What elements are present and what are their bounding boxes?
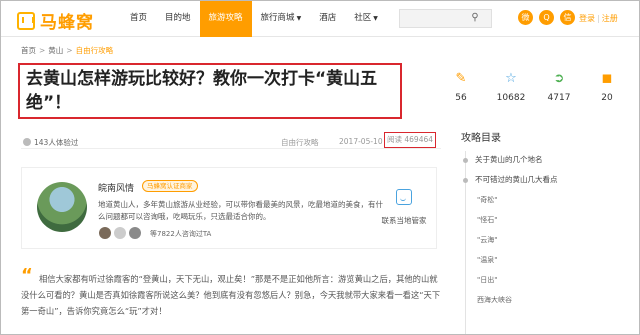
weibo-icon[interactable]: 微: [518, 10, 533, 25]
table-of-contents: 攻略目录 关于黄山的几个地名 不可错过的黄山几大看点 "奇松" "怪石" "云海…: [461, 129, 639, 334]
author-name[interactable]: 皖南风情: [98, 181, 134, 194]
article-stats: ✎ 56 ☆ 10682 ➲ 4717 ◼ 20: [441, 71, 631, 111]
login-link[interactable]: 登录: [579, 14, 595, 23]
article-meta: 143人体验过 自由行攻略 2017-05-10: [21, 131, 441, 149]
auth-links: 登录 | 注册: [579, 14, 618, 23]
page: 马蜂窝 首页 目的地 旅游攻略 旅行商城 ▼ 酒店 社区 ▼ ⚲ 微 Q 信 登录 |…: [0, 0, 640, 335]
breadcrumb-item[interactable]: 首页: [21, 46, 36, 55]
toc-item[interactable]: 关于黄山的几个地名: [461, 150, 639, 170]
nav-item-home[interactable]: 首页: [121, 1, 156, 37]
breadcrumb: 首页 > 黄山 > 自由行攻略: [21, 46, 114, 55]
nav-item-community[interactable]: 社区 ▼: [345, 1, 387, 37]
article-category[interactable]: 自由行攻略: [281, 137, 319, 148]
logo[interactable]: 马蜂窝: [17, 8, 94, 33]
social-login: 微 Q 信: [518, 10, 575, 25]
experienced-count: 143人体验过: [23, 137, 78, 148]
toc-title: 攻略目录: [461, 133, 501, 144]
search-icon[interactable]: ⚲: [465, 8, 485, 28]
title-highlight-box: 去黄山怎样游玩比较好？教你一次打卡“黄山五绝”！: [18, 63, 402, 119]
avatar[interactable]: [37, 182, 87, 232]
chevron-down-icon: ▼: [373, 15, 378, 22]
main-nav: 首页 目的地 旅游攻略 旅行商城 ▼ 酒店 社区 ▼: [121, 1, 387, 37]
avatar: [129, 227, 141, 239]
comments-stat[interactable]: ✎ 56: [441, 71, 481, 103]
contact-local-button[interactable]: 联系当地管家: [377, 189, 431, 226]
breadcrumb-current[interactable]: 自由行攻略: [76, 46, 114, 55]
views-count: 阅读 469464: [384, 132, 436, 148]
register-link[interactable]: 注册: [602, 14, 618, 23]
gold-coin-icon: ◼: [601, 71, 613, 86]
toc-subitem[interactable]: "怪石": [461, 210, 639, 230]
nav-item-destination[interactable]: 目的地: [156, 1, 200, 37]
shares-stat[interactable]: ➲ 4717: [539, 71, 579, 103]
toc-subitem[interactable]: "奇松": [461, 190, 639, 210]
author-description: 地道黄山人，多年黄山旅游从业经验，可以带你看最美的风景，吃最地道的美食，有什么问…: [98, 200, 383, 221]
article-intro: 相信大家都有听过徐霞客的“登黄山，天下无山，观止矣！”那是不是正如他所言：游览黄…: [21, 274, 441, 316]
top-navbar: 马蜂窝 首页 目的地 旅游攻略 旅行商城 ▼ 酒店 社区 ▼ ⚲ 微 Q 信 登录 |…: [1, 1, 639, 37]
chevron-down-icon: ▼: [296, 15, 302, 22]
toc-item[interactable]: 不可错过的黄山几大看点: [461, 170, 639, 190]
consulter-avatars: [99, 227, 141, 239]
avatar: [99, 227, 111, 239]
page-title: 去黄山怎样游玩比较好？教你一次打卡“黄山五绝”！: [26, 69, 378, 113]
logo-text: 马蜂窝: [40, 13, 94, 33]
chat-icon: [396, 189, 412, 205]
author-card: 皖南风情 马蜂窝认证商家 地道黄山人，多年黄山旅游从业经验，可以带你看最美的风景…: [21, 167, 437, 249]
nav-item-mall[interactable]: 旅行商城 ▼: [252, 1, 311, 37]
toc-subitem[interactable]: 西海大峡谷: [461, 290, 639, 310]
avatar: [114, 227, 126, 239]
breadcrumb-item[interactable]: 黄山: [48, 46, 63, 55]
verified-badge: 马蜂窝认证商家: [142, 180, 198, 192]
consult-count: 等7822人咨询过TA: [150, 230, 212, 238]
wechat-icon[interactable]: 信: [560, 10, 575, 25]
gold-stat[interactable]: ◼ 20: [587, 71, 627, 103]
toc-subitem[interactable]: "云海": [461, 230, 639, 250]
nav-item-hotel[interactable]: 酒店: [310, 1, 345, 37]
logo-icon: [17, 11, 35, 30]
toc-subitem[interactable]: "日出": [461, 270, 639, 290]
nav-item-guides[interactable]: 旅游攻略: [199, 1, 252, 37]
favorites-stat[interactable]: ☆ 10682: [491, 71, 531, 103]
article-date: 2017-05-10: [339, 137, 383, 146]
edit-icon: ✎: [455, 71, 467, 86]
user-icon: [23, 138, 31, 146]
qq-icon[interactable]: Q: [539, 10, 554, 25]
share-icon: ➲: [553, 71, 565, 86]
toc-subitem[interactable]: "温泉": [461, 250, 639, 270]
star-icon: ☆: [505, 71, 517, 86]
